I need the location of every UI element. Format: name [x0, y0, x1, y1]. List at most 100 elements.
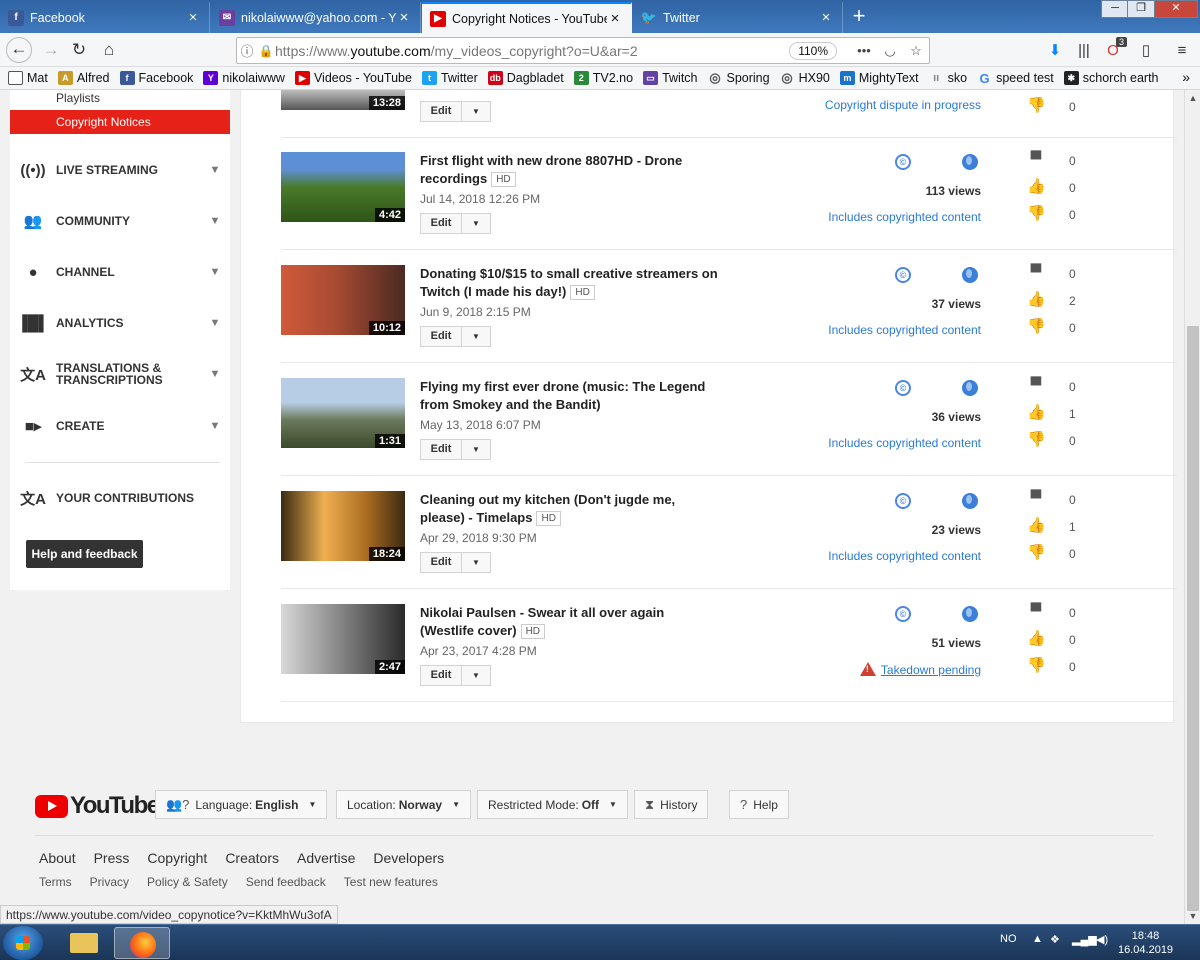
scroll-up-icon[interactable]: ▲	[1185, 90, 1200, 106]
takedown-pending-link[interactable]: Takedown pending	[781, 662, 981, 677]
close-icon[interactable]: ×	[607, 10, 623, 27]
footer-link-terms[interactable]: Terms	[39, 875, 72, 889]
footer-link-creators[interactable]: Creators	[225, 850, 279, 866]
public-globe-icon[interactable]	[962, 380, 978, 396]
bookmark-hx90[interactable]: ◎ HX90	[780, 70, 829, 85]
copyright-icon[interactable]: ©	[895, 380, 911, 396]
footer-link-send-feedback[interactable]: Send feedback	[246, 875, 326, 889]
close-icon[interactable]: ×	[818, 9, 834, 26]
video-title[interactable]: First flight with new drone 8807HD - Dro…	[420, 152, 720, 187]
page-actions-icon[interactable]: •••	[851, 43, 877, 58]
sidebar-item-live-streaming[interactable]: ((•)) LIVE STREAMING ▼	[10, 155, 230, 185]
footer-link-press[interactable]: Press	[94, 850, 130, 866]
start-button[interactable]	[3, 926, 43, 960]
sidebar-item-copyright-notices[interactable]: Copyright Notices	[10, 110, 230, 134]
taskbar-explorer[interactable]	[56, 927, 112, 959]
maximize-button[interactable]: ❐	[1127, 0, 1155, 18]
caret-down-icon[interactable]: ▼	[462, 666, 490, 685]
footer-link-policy-safety[interactable]: Policy & Safety	[147, 875, 228, 889]
help-button[interactable]: ? Help	[729, 790, 789, 819]
copyright-icon[interactable]: ©	[895, 493, 911, 509]
copyright-status-link[interactable]: Includes copyrighted content	[781, 210, 981, 224]
bookmark-facebook[interactable]: f Facebook	[119, 71, 193, 85]
edit-button[interactable]: Edit ▼	[420, 552, 491, 573]
dropbox-icon[interactable]: ❖	[1050, 933, 1060, 946]
footer-link-developers[interactable]: Developers	[373, 850, 444, 866]
video-thumbnail[interactable]: 18:24	[281, 491, 405, 561]
help-and-feedback-button[interactable]: Help and feedback	[26, 540, 143, 568]
close-icon[interactable]: ×	[396, 9, 412, 26]
bookmark-sporing[interactable]: ◎ Sporing	[708, 70, 769, 85]
scrollbar-thumb[interactable]	[1187, 326, 1199, 911]
info-icon[interactable]: ⓘ	[237, 41, 257, 60]
video-thumbnail[interactable]: 2:47	[281, 604, 405, 674]
reload-button[interactable]: ↻	[66, 38, 92, 62]
edit-button[interactable]: Edit ▼	[420, 213, 491, 234]
sidebar-item-create[interactable]: ■▸ CREATE ▼	[10, 411, 230, 441]
pocket-icon[interactable]: ◡	[877, 43, 903, 59]
copyright-status-link[interactable]: Includes copyrighted content	[781, 323, 981, 337]
bookmark-dagbladet[interactable]: db Dagbladet	[487, 71, 564, 85]
video-thumbnail[interactable]: 13:28	[281, 90, 405, 110]
back-button[interactable]: ←	[6, 37, 32, 63]
forward-button[interactable]: →	[38, 38, 64, 62]
copyright-icon[interactable]: ©	[895, 267, 911, 283]
bookmark-mat[interactable]: Mat	[8, 71, 48, 85]
address-bar[interactable]: ⓘ 🔒 https://www.youtube.com/my_videos_co…	[236, 37, 930, 64]
edit-button[interactable]: Edit ▼	[420, 665, 491, 686]
caret-down-icon[interactable]: ▼	[462, 214, 490, 233]
url-text[interactable]: https://www.youtube.com/my_videos_copyri…	[275, 43, 789, 59]
page-scrollbar[interactable]: ▲ ▼	[1184, 90, 1200, 924]
footer-link-about[interactable]: About	[39, 850, 76, 866]
copyright-status-link[interactable]: Includes copyrighted content	[781, 549, 981, 563]
download-icon[interactable]: ⬇	[1045, 41, 1065, 61]
footer-link-privacy[interactable]: Privacy	[90, 875, 129, 889]
edit-button[interactable]: Edit ▼	[420, 439, 491, 460]
caret-down-icon[interactable]: ▼	[462, 327, 490, 346]
taskbar-firefox[interactable]	[114, 927, 170, 959]
bookmark-youtube[interactable]: ▶ Videos - YouTube	[294, 71, 412, 85]
edit-button[interactable]: Edit ▼	[420, 101, 491, 122]
bookmark-star-icon[interactable]: ☆	[903, 43, 929, 59]
close-icon[interactable]: ×	[185, 9, 201, 26]
footer-link-copyright[interactable]: Copyright	[147, 850, 207, 866]
tab-youtube[interactable]: ▶ Copyright Notices - YouTube ×	[422, 2, 632, 33]
menu-icon[interactable]: ≡	[1172, 41, 1192, 61]
sidebar-item-analytics[interactable]: ▐█▌ ANALYTICS ▼	[10, 308, 230, 338]
bookmark-twitter[interactable]: t Twitter	[421, 71, 478, 85]
tab-facebook[interactable]: f Facebook ×	[0, 2, 210, 33]
sidebar-item-your-contributions[interactable]: 文A YOUR CONTRIBUTIONS	[10, 483, 230, 513]
more-bookmarks-icon[interactable]: »	[1182, 69, 1190, 85]
tab-yahoo-mail[interactable]: ✉ nikolaiwww@yahoo.com - Yah ×	[211, 2, 421, 33]
language-picker[interactable]: 👥? Language: English ▼	[155, 790, 328, 819]
home-button[interactable]: ⌂	[96, 38, 122, 62]
bookmark-tv2[interactable]: 2 TV2.no	[573, 71, 633, 85]
youtube-logo[interactable]: YouTube	[35, 792, 160, 820]
caret-down-icon[interactable]: ▼	[462, 440, 490, 459]
sidebar-item-playlists[interactable]: Playlists	[56, 91, 100, 105]
video-title[interactable]: Nikolai Paulsen - Swear it all over agai…	[420, 604, 720, 639]
bookmark-yahoo[interactable]: Ynikolaiwww	[203, 71, 285, 85]
bookmark-sko[interactable]: ıı sko	[929, 71, 967, 85]
caret-down-icon[interactable]: ▼	[462, 102, 490, 121]
copyright-status-link[interactable]: Includes copyrighted content	[781, 436, 981, 450]
scroll-down-icon[interactable]: ▼	[1185, 908, 1200, 924]
library-icon[interactable]: |||	[1074, 41, 1094, 61]
edit-button[interactable]: Edit ▼	[420, 326, 491, 347]
sidebar-item-translations[interactable]: 文A TRANSLATIONS & TRANSCRIPTIONS ▼	[10, 359, 230, 389]
copyright-icon[interactable]: ©	[895, 606, 911, 622]
history-button[interactable]: ⧗ History	[634, 790, 709, 819]
bookmark-mightytext[interactable]: m MightyText	[839, 71, 919, 85]
show-hidden-icons[interactable]: ▲	[1032, 933, 1043, 945]
location-picker[interactable]: Location: Norway ▼	[336, 790, 471, 819]
lock-icon[interactable]: 🔒	[257, 44, 275, 58]
copyright-icon[interactable]: ©	[895, 154, 911, 170]
network-icon[interactable]: ▂▄▆	[1072, 933, 1097, 946]
bookmark-alfred[interactable]: A Alfred	[57, 71, 110, 85]
public-globe-icon[interactable]	[962, 267, 978, 283]
tab-twitter[interactable]: 🐦 Twitter ×	[633, 2, 843, 33]
public-globe-icon[interactable]	[962, 493, 978, 509]
footer-link-test-new-features[interactable]: Test new features	[344, 875, 438, 889]
sidebar-icon[interactable]: ▯	[1136, 41, 1156, 61]
caret-down-icon[interactable]: ▼	[462, 553, 490, 572]
